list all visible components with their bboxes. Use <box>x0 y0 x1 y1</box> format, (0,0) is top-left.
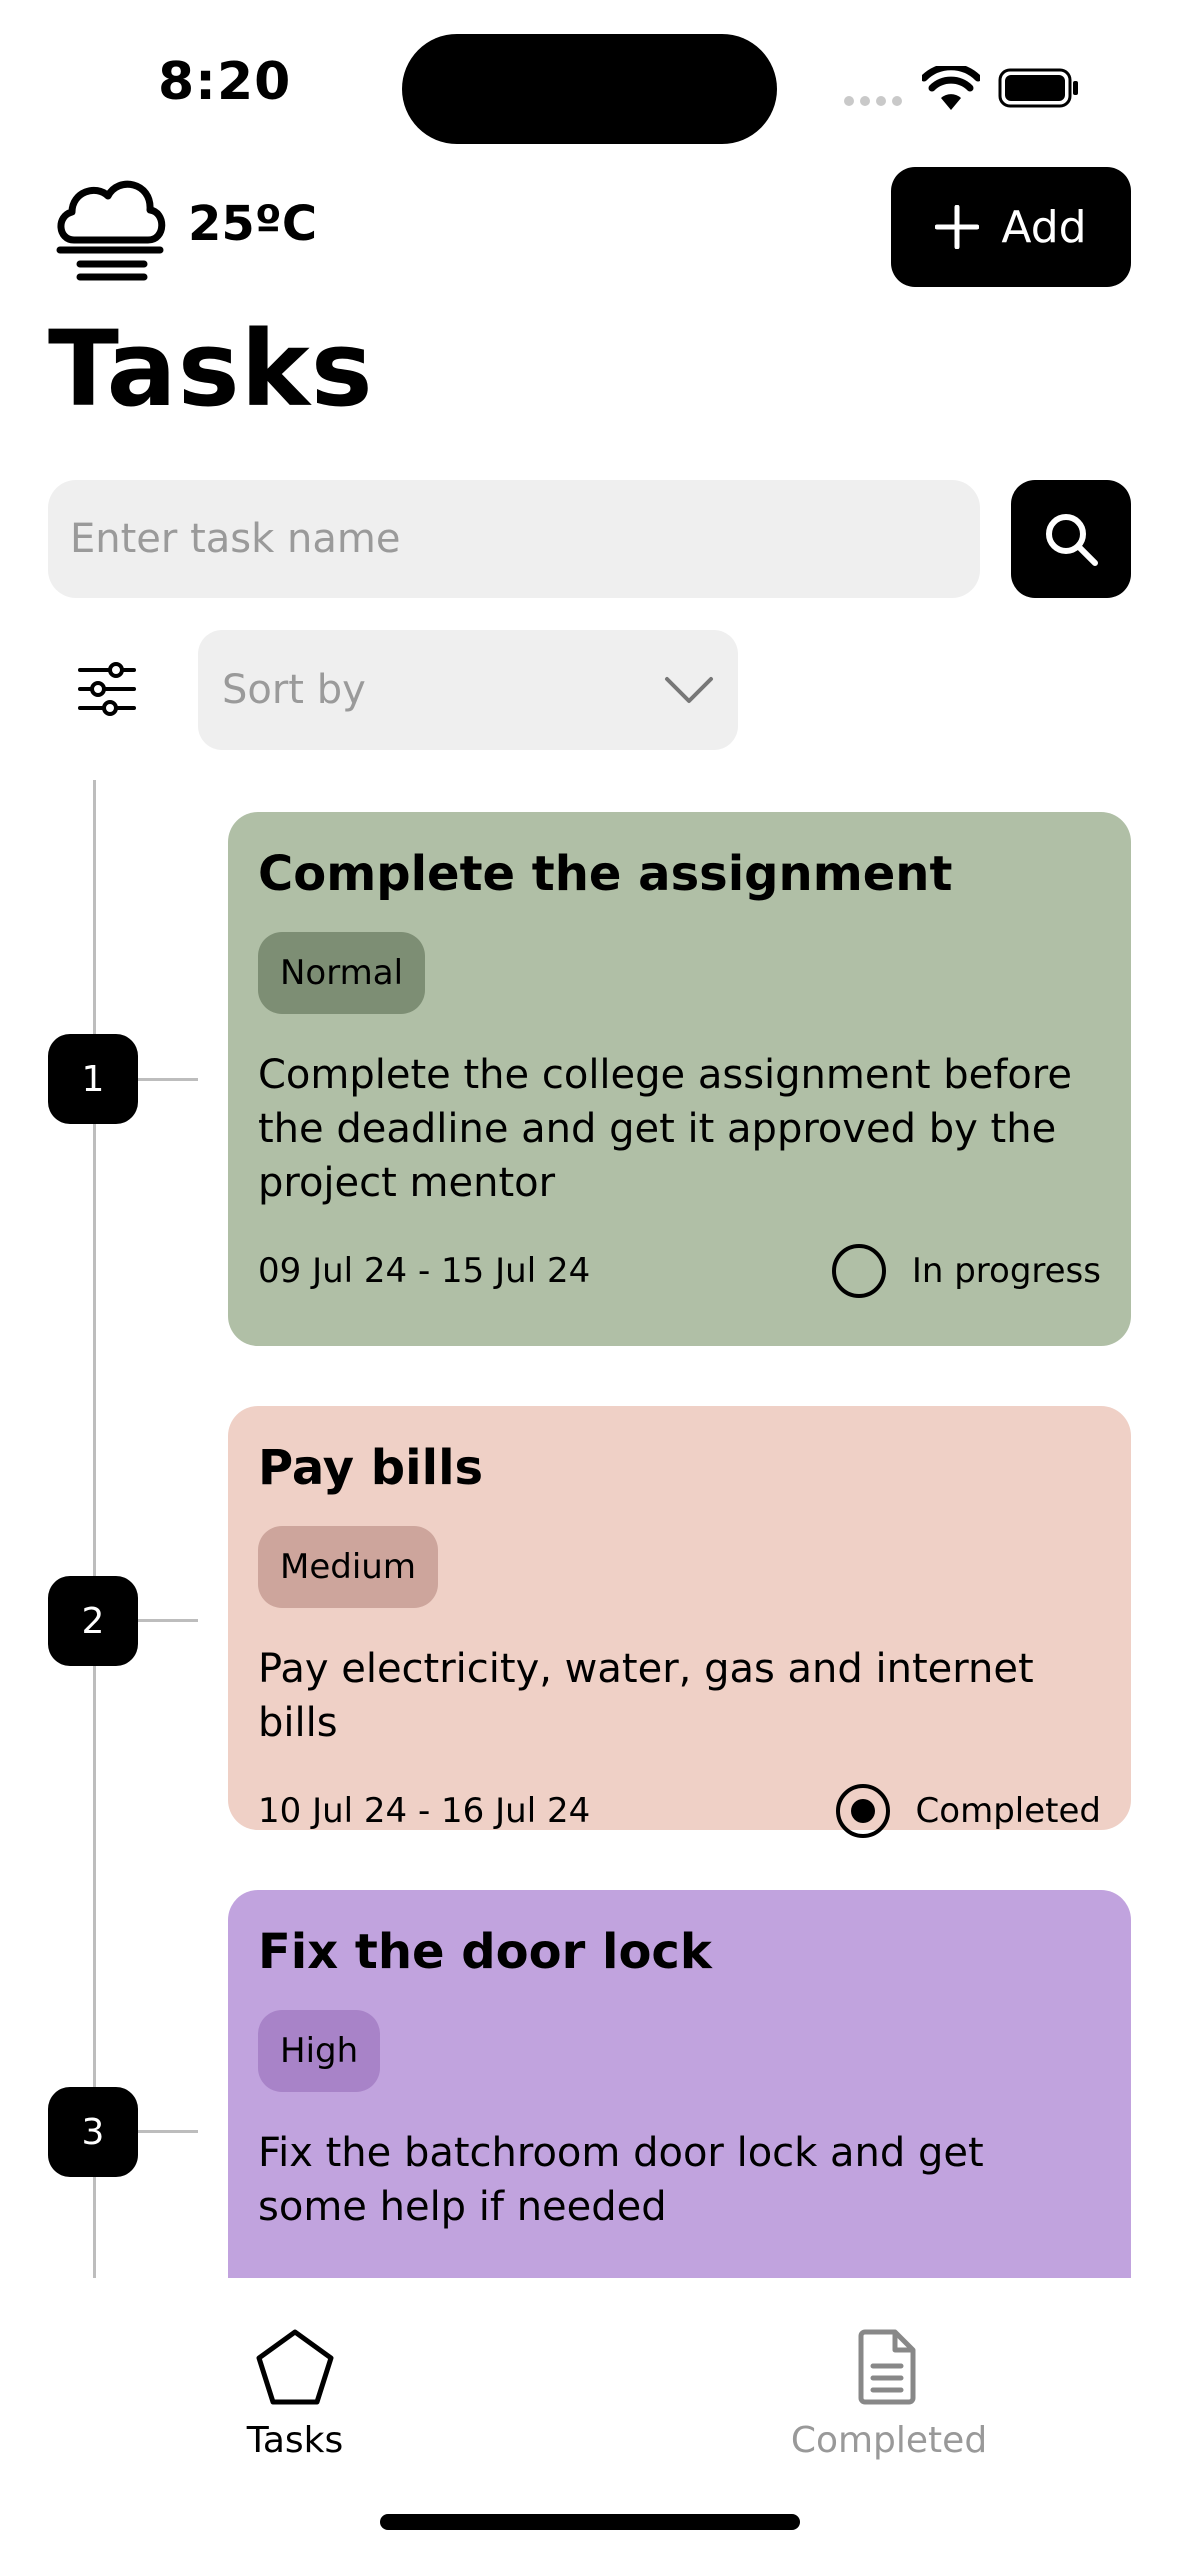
nav-tab-tasks-label: Tasks <box>246 2420 344 2461</box>
status-label: In progress <box>911 1250 1101 1291</box>
task-status: Completed <box>835 1783 1101 1838</box>
home-indicator[interactable] <box>380 2514 800 2530</box>
filter-sliders-icon[interactable] <box>78 660 136 718</box>
plus-icon <box>935 205 980 249</box>
task-description: Complete the college assignment before t… <box>258 1051 1072 1206</box>
priority-badge: Normal <box>258 931 426 1014</box>
timeline-connector <box>136 2130 198 2133</box>
task-title: Fix the door lock <box>258 1924 712 1980</box>
timeline-connector <box>136 1619 198 1622</box>
nav-tab-completed-label: Completed <box>790 2420 988 2461</box>
nav-tab-completed[interactable]: Completed <box>790 2328 988 2461</box>
priority-badge: Medium <box>258 1525 438 1608</box>
search-button[interactable] <box>1011 480 1131 598</box>
task-number-badge: 3 <box>48 2087 138 2177</box>
task-card[interactable]: Complete the assignment Normal Complete … <box>228 812 1131 1346</box>
timeline-line <box>93 780 96 2278</box>
task-title: Complete the assignment <box>258 846 953 902</box>
cellular-signal-icon <box>844 96 902 106</box>
search-input[interactable] <box>48 480 980 598</box>
task-description: Fix the batchroom door lock and get some… <box>258 2129 984 2230</box>
cloud-fog-icon <box>56 180 166 281</box>
sort-by-select[interactable]: Sort by <box>198 630 738 750</box>
sort-by-placeholder: Sort by <box>222 667 366 713</box>
task-list: 1 Complete the assignment Normal Complet… <box>0 780 1179 2278</box>
task-dates: 10 Jul 24 - 16 Jul 24 <box>258 1790 591 1831</box>
task-footer: 09 Jul 24 - 15 Jul 24 In progress <box>258 1243 1101 1298</box>
task-status: In progress <box>831 1243 1101 1298</box>
pentagon-icon <box>256 2329 334 2405</box>
status-label: Completed <box>915 1790 1101 1831</box>
search-icon <box>1046 514 1098 566</box>
temperature: 25ºC <box>188 196 318 252</box>
battery-icon <box>998 68 1078 108</box>
page-title: Tasks <box>48 308 374 430</box>
task-title: Pay bills <box>258 1440 484 1496</box>
dynamic-island <box>402 34 777 144</box>
task-footer: 10 Jul 24 - 16 Jul 24 Completed <box>258 1783 1101 1838</box>
task-number-badge: 2 <box>48 1576 138 1666</box>
task-description: Pay electricity, water, gas and internet… <box>258 1645 1034 1746</box>
status-time: 8:20 <box>158 52 292 112</box>
task-card[interactable]: Pay bills Medium Pay electricity, water,… <box>228 1406 1131 1838</box>
wifi-icon <box>922 66 980 110</box>
task-number-badge: 1 <box>48 1034 138 1124</box>
add-task-button[interactable]: Add <box>891 167 1131 287</box>
chevron-down-icon <box>665 677 713 703</box>
timeline-connector <box>136 1078 198 1081</box>
task-dates: 09 Jul 24 - 15 Jul 24 <box>258 1250 591 1291</box>
status-radio-icon[interactable] <box>831 1243 886 1298</box>
app-screen: 8:20 25ºC Add Tasks Enter task name Sort… <box>0 0 1179 2556</box>
document-icon <box>858 2329 916 2405</box>
add-button-label: Add <box>1001 201 1087 253</box>
status-radio-icon[interactable] <box>835 1783 890 1838</box>
nav-tab-tasks[interactable]: Tasks <box>246 2328 344 2461</box>
priority-badge: High <box>258 2009 381 2092</box>
task-card[interactable]: Fix the door lock High Fix the batchroom… <box>228 1890 1131 2278</box>
